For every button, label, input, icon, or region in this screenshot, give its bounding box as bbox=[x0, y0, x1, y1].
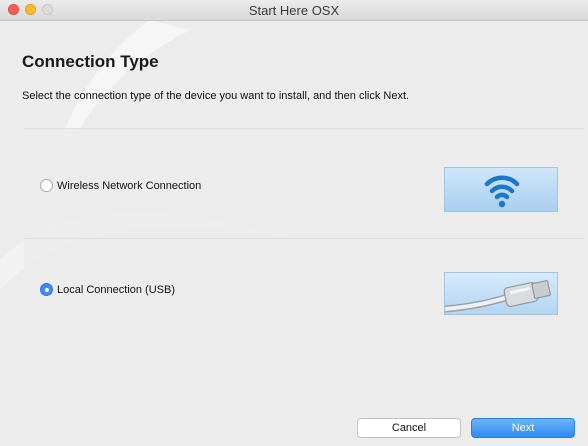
usb-image bbox=[444, 272, 558, 315]
usb-radio[interactable] bbox=[40, 283, 53, 296]
wifi-image bbox=[444, 167, 558, 212]
page-title: Connection Type bbox=[22, 52, 159, 71]
installer-window: Start Here OSX Connection Type Select th… bbox=[0, 0, 588, 446]
options-divider bbox=[24, 238, 584, 239]
option-usb[interactable]: Local Connection (USB) bbox=[40, 283, 175, 296]
options-panel bbox=[24, 128, 584, 351]
next-button[interactable]: Next bbox=[471, 418, 575, 438]
option-wireless[interactable]: Wireless Network Connection bbox=[40, 179, 201, 192]
usb-cable-icon bbox=[445, 280, 551, 313]
wireless-radio[interactable] bbox=[40, 179, 53, 192]
title-bar: Start Here OSX bbox=[0, 0, 588, 21]
instruction-text: Select the connection type of the device… bbox=[22, 90, 410, 102]
window-title: Start Here OSX bbox=[248, 3, 340, 18]
cancel-button[interactable]: Cancel bbox=[357, 418, 461, 438]
usb-label: Local Connection (USB) bbox=[57, 283, 176, 296]
wifi-icon bbox=[484, 175, 520, 208]
wireless-label: Wireless Network Connection bbox=[57, 179, 202, 192]
